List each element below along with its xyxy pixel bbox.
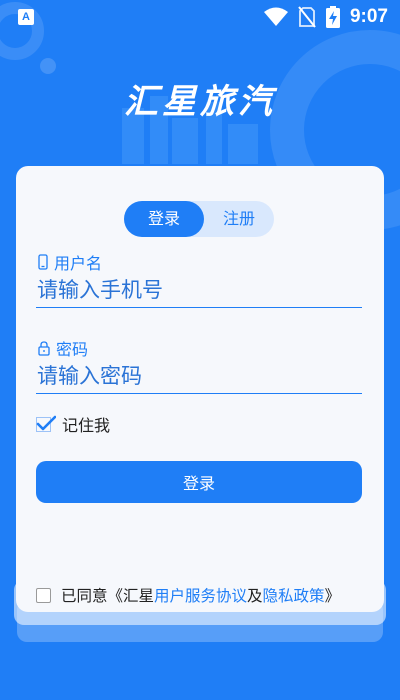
password-label-row: 密码 <box>38 336 88 360</box>
privacy-policy-link[interactable]: 隐私政策 <box>263 584 325 606</box>
agreement-suffix: 》 <box>324 587 341 605</box>
agreement-prefix: 已同意《汇星 <box>61 587 155 605</box>
agreement-conjunction: 及 <box>247 587 263 605</box>
wifi-icon <box>263 7 288 26</box>
checkmark-icon <box>36 415 56 432</box>
remember-me-label: 记住我 <box>62 416 111 435</box>
notification-app-icon: A <box>18 9 34 25</box>
login-register-switch: 登录 注册 <box>124 201 274 237</box>
status-time: 9:07 <box>349 6 388 27</box>
login-button[interactable]: 登录 <box>36 461 362 503</box>
tab-login[interactable]: 登录 <box>124 201 204 237</box>
username-label: 用户名 <box>54 254 103 273</box>
status-bar: A 9:07 <box>0 0 400 34</box>
app-title: 汇星旅汽 <box>124 82 276 122</box>
no-sim-icon <box>298 6 316 28</box>
lock-icon <box>38 340 50 356</box>
username-label-row: 用户名 <box>38 250 102 274</box>
phone-icon <box>38 254 48 270</box>
terms-of-service-link[interactable]: 用户服务协议 <box>154 584 247 606</box>
password-input[interactable] <box>36 358 362 394</box>
tab-register[interactable]: 注册 <box>204 201 274 237</box>
phone-input[interactable] <box>36 272 362 308</box>
agreement-checkbox[interactable] <box>36 587 51 603</box>
password-label: 密码 <box>56 340 89 359</box>
remember-me-checkbox[interactable]: 记住我 <box>36 412 110 436</box>
battery-charging-icon <box>325 6 340 28</box>
login-card: 登录 注册 用户名 密码 记住我 登录 已同意《汇星用户服务协议及隐私政策》 <box>16 166 384 612</box>
agreement-row: 已同意《汇星 用户服务协议及隐私政策》 <box>36 584 340 606</box>
